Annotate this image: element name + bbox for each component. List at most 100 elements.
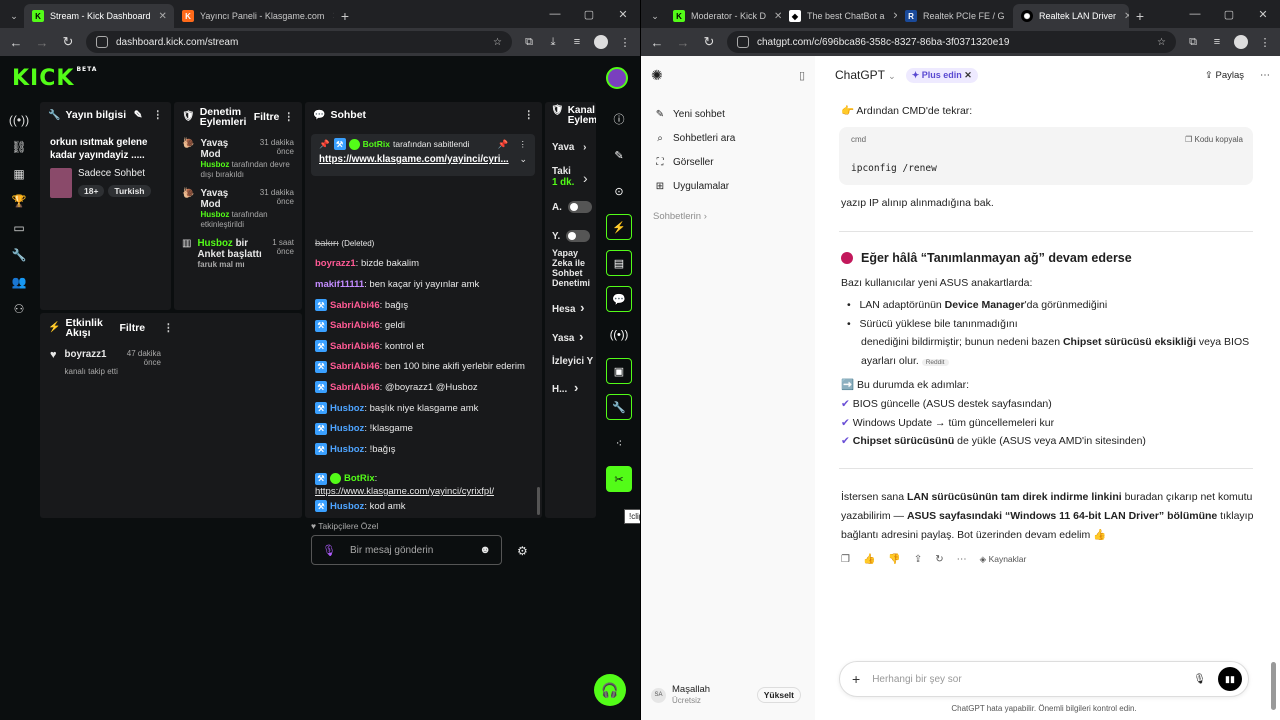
- thumbs-up-icon[interactable]: 👍: [863, 554, 875, 565]
- close-tab-icon[interactable]: ✕: [885, 11, 897, 22]
- community-icon[interactable]: ⚇: [8, 295, 30, 322]
- chat-settings-gear-icon[interactable]: ⚙: [517, 544, 528, 558]
- tab-realtek-lan-driver[interactable]: ✺ Realtek LAN Driver ✕: [1013, 4, 1129, 28]
- plus-upgrade-chip[interactable]: ✦ Plus edin ✕: [905, 67, 978, 83]
- panel-menu-icon[interactable]: ⋮: [163, 323, 174, 334]
- tab-search-icon[interactable]: ⌄: [4, 4, 24, 28]
- more-options-icon[interactable]: ⋯: [1260, 70, 1270, 81]
- sidebar-section-chats[interactable]: Sohbetlerin ›: [641, 204, 815, 228]
- tab-moderator-kick[interactable]: K Moderator - Kick D ✕: [665, 4, 781, 28]
- edit-pencil-icon[interactable]: ✎: [134, 109, 143, 121]
- chat-username[interactable]: Husboz: [330, 444, 364, 455]
- maximize-icon[interactable]: ▢: [1212, 0, 1246, 28]
- bolt-icon[interactable]: ⚡: [606, 214, 632, 240]
- media-player-icon[interactable]: ▣: [606, 358, 632, 384]
- tab-klasgame[interactable]: K Yayıncı Paneli - Klasgame.com ✕: [174, 4, 334, 28]
- info-icon[interactable]: ⓘ: [606, 106, 632, 132]
- close-tab-icon[interactable]: ✕: [766, 11, 781, 22]
- chat-username[interactable]: bakırı: [315, 238, 339, 249]
- share-icon[interactable]: ⇪: [914, 554, 922, 565]
- pinned-menu-icon[interactable]: ⋮: [519, 139, 528, 150]
- share-button[interactable]: ⇪ Paylaş: [1205, 70, 1244, 81]
- copy-code-button[interactable]: ❐ Kodu kopyala: [1185, 135, 1243, 144]
- copy-icon[interactable]: ❐: [841, 554, 850, 565]
- chat-username[interactable]: SabriAbi46: [330, 341, 380, 352]
- video-icon[interactable]: ▭: [8, 214, 30, 241]
- close-window-icon[interactable]: ✕: [606, 0, 640, 28]
- chat-username[interactable]: SabriAbi46: [330, 300, 380, 311]
- url-field[interactable]: chatgpt.com/c/696bca86-358c-8327-86ba-3f…: [727, 31, 1176, 53]
- download-icon[interactable]: ⤓: [546, 36, 560, 49]
- chat-username[interactable]: makif11111: [315, 279, 364, 290]
- tab-kick-dashboard[interactable]: K Stream - Kick Dashboard ✕: [24, 4, 174, 28]
- media-icon[interactable]: ≡: [570, 36, 584, 48]
- mod-filter-button[interactable]: Filtre: [254, 112, 280, 123]
- plus-attach-icon[interactable]: +: [852, 671, 860, 687]
- sidebar-item-apps[interactable]: ⊞ Uygulamalar: [641, 174, 815, 198]
- channel-action-h[interactable]: H... ›: [552, 380, 578, 395]
- sources-button[interactable]: ◈ Kaynaklar: [980, 554, 1027, 565]
- wrench-icon[interactable]: 🔧: [606, 394, 632, 420]
- sidebar-item-images[interactable]: ⛶ Görseller: [641, 150, 815, 174]
- capture-icon[interactable]: ⊙: [606, 178, 632, 204]
- chat-username[interactable]: SabriAbi46: [330, 361, 380, 372]
- sidebar-toggle-icon[interactable]: ▯: [799, 69, 805, 82]
- regenerate-icon[interactable]: ↻: [935, 554, 943, 565]
- channel-action-viewer[interactable]: İzleyici Y: [552, 356, 593, 367]
- maximize-icon[interactable]: ▢: [572, 0, 606, 28]
- channel-action-follow[interactable]: Taki 1 dk.: [552, 166, 574, 188]
- model-selector[interactable]: ChatGPT ⌄: [835, 68, 896, 82]
- sidebar-item-new-chat[interactable]: ✎ Yeni sohbet: [641, 102, 815, 126]
- activity-filter-button[interactable]: Filtre: [119, 323, 145, 334]
- analytics-icon[interactable]: ▦: [8, 160, 30, 187]
- page-scrollbar[interactable]: [1271, 662, 1276, 710]
- chat-username[interactable]: SabriAbi46: [330, 320, 380, 331]
- chat-username[interactable]: Husboz: [330, 423, 364, 434]
- toggle-y[interactable]: [566, 230, 591, 242]
- dots-icon[interactable]: ⁖: [606, 430, 632, 456]
- users-icon[interactable]: 👥: [8, 268, 30, 295]
- back-icon[interactable]: ←: [8, 35, 24, 50]
- close-tab-icon[interactable]: ✕: [324, 11, 334, 22]
- openai-logo-icon[interactable]: ✺: [651, 67, 663, 84]
- edit-icon[interactable]: ✎: [606, 142, 632, 168]
- bookmark-star-icon[interactable]: ☆: [1157, 37, 1166, 48]
- microphone-icon[interactable]: 🎙: [1193, 674, 1206, 685]
- microphone-icon[interactable]: 🎙: [322, 544, 336, 557]
- broadcast-icon[interactable]: ((•)): [606, 322, 632, 348]
- back-icon[interactable]: ←: [649, 35, 665, 50]
- chevron-right-icon[interactable]: ›: [583, 170, 588, 186]
- profile-avatar[interactable]: [594, 35, 608, 49]
- forward-icon[interactable]: →: [34, 35, 50, 50]
- close-window-icon[interactable]: ✕: [1246, 0, 1280, 28]
- media-icon[interactable]: ≡: [1210, 36, 1224, 48]
- tab-realtek[interactable]: R Realtek PCIe FE / G ✕: [897, 4, 1013, 28]
- thumbs-down-icon[interactable]: 👎: [888, 554, 900, 565]
- url-field[interactable]: dashboard.kick.com/stream ☆: [86, 31, 512, 53]
- profile-avatar[interactable]: [1234, 35, 1248, 49]
- chat-username[interactable]: Husboz: [330, 403, 364, 414]
- kick-logo[interactable]: KICK BETA: [12, 66, 97, 91]
- reload-icon[interactable]: ↻: [60, 34, 76, 50]
- emoji-icon[interactable]: ☻: [479, 544, 491, 556]
- sidebar-user[interactable]: SA Maşallah Ücretsiz Yükselt: [651, 684, 801, 706]
- chat-input[interactable]: 🎙 Bir mesaj gönderin ☻: [311, 535, 502, 565]
- source-chip[interactable]: Reddit: [921, 359, 949, 366]
- minimize-icon[interactable]: —: [538, 0, 572, 28]
- extensions-icon[interactable]: ⧉: [1186, 36, 1200, 49]
- toggle-a[interactable]: [567, 201, 592, 213]
- clip-icon[interactable]: ✂: [606, 466, 632, 492]
- unpin-icon[interactable]: 📌: [498, 139, 509, 150]
- tab-chatbot[interactable]: ◆ The best ChatBot a ✕: [781, 4, 897, 28]
- menu-icon[interactable]: ⋮: [618, 36, 632, 49]
- more-icon[interactable]: ⋯: [957, 554, 967, 565]
- close-tab-icon[interactable]: ✕: [1116, 11, 1129, 22]
- panel-menu-icon[interactable]: ⋮: [284, 112, 295, 123]
- chat-icon[interactable]: 💬: [606, 286, 632, 312]
- upgrade-button[interactable]: Yükselt: [756, 687, 801, 703]
- bookmark-star-icon[interactable]: ☆: [493, 37, 502, 48]
- panel-menu-icon[interactable]: ⋮: [153, 109, 164, 121]
- close-tab-icon[interactable]: ✕: [1005, 11, 1014, 22]
- prompt-input[interactable]: + Herhangi bir şey sor 🎙 ▮▮: [839, 661, 1249, 697]
- voice-mode-icon[interactable]: ▮▮: [1218, 667, 1242, 691]
